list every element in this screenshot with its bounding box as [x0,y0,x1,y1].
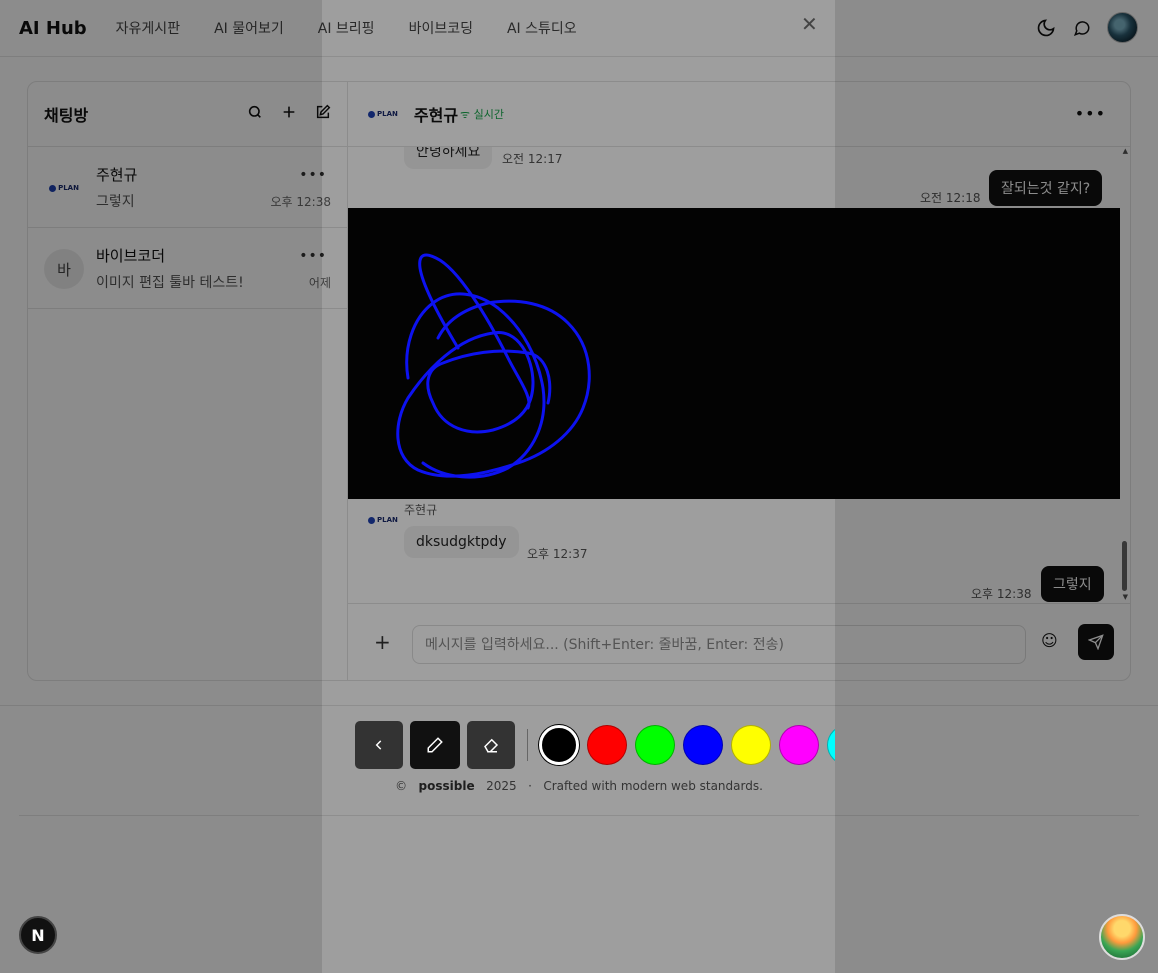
drawing-canvas[interactable] [348,208,1120,499]
blue-brush-stroke [396,253,591,479]
color-swatch[interactable] [635,725,675,765]
color-swatch[interactable] [587,725,627,765]
toolbar-divider [527,729,528,761]
modal-backdrop-left[interactable] [0,0,322,973]
pen-tool-button[interactable] [410,721,460,769]
next-badge[interactable]: N [19,916,57,954]
back-button[interactable] [355,721,403,769]
color-swatch[interactable] [539,725,579,765]
close-icon[interactable]: ✕ [801,12,818,36]
color-swatch[interactable] [827,725,835,765]
color-swatch[interactable] [779,725,819,765]
color-swatch[interactable] [683,725,723,765]
color-swatch[interactable] [731,725,771,765]
image-edit-toolbar [355,721,835,769]
assistant-avatar[interactable] [1099,914,1145,960]
eraser-tool-button[interactable] [467,721,515,769]
